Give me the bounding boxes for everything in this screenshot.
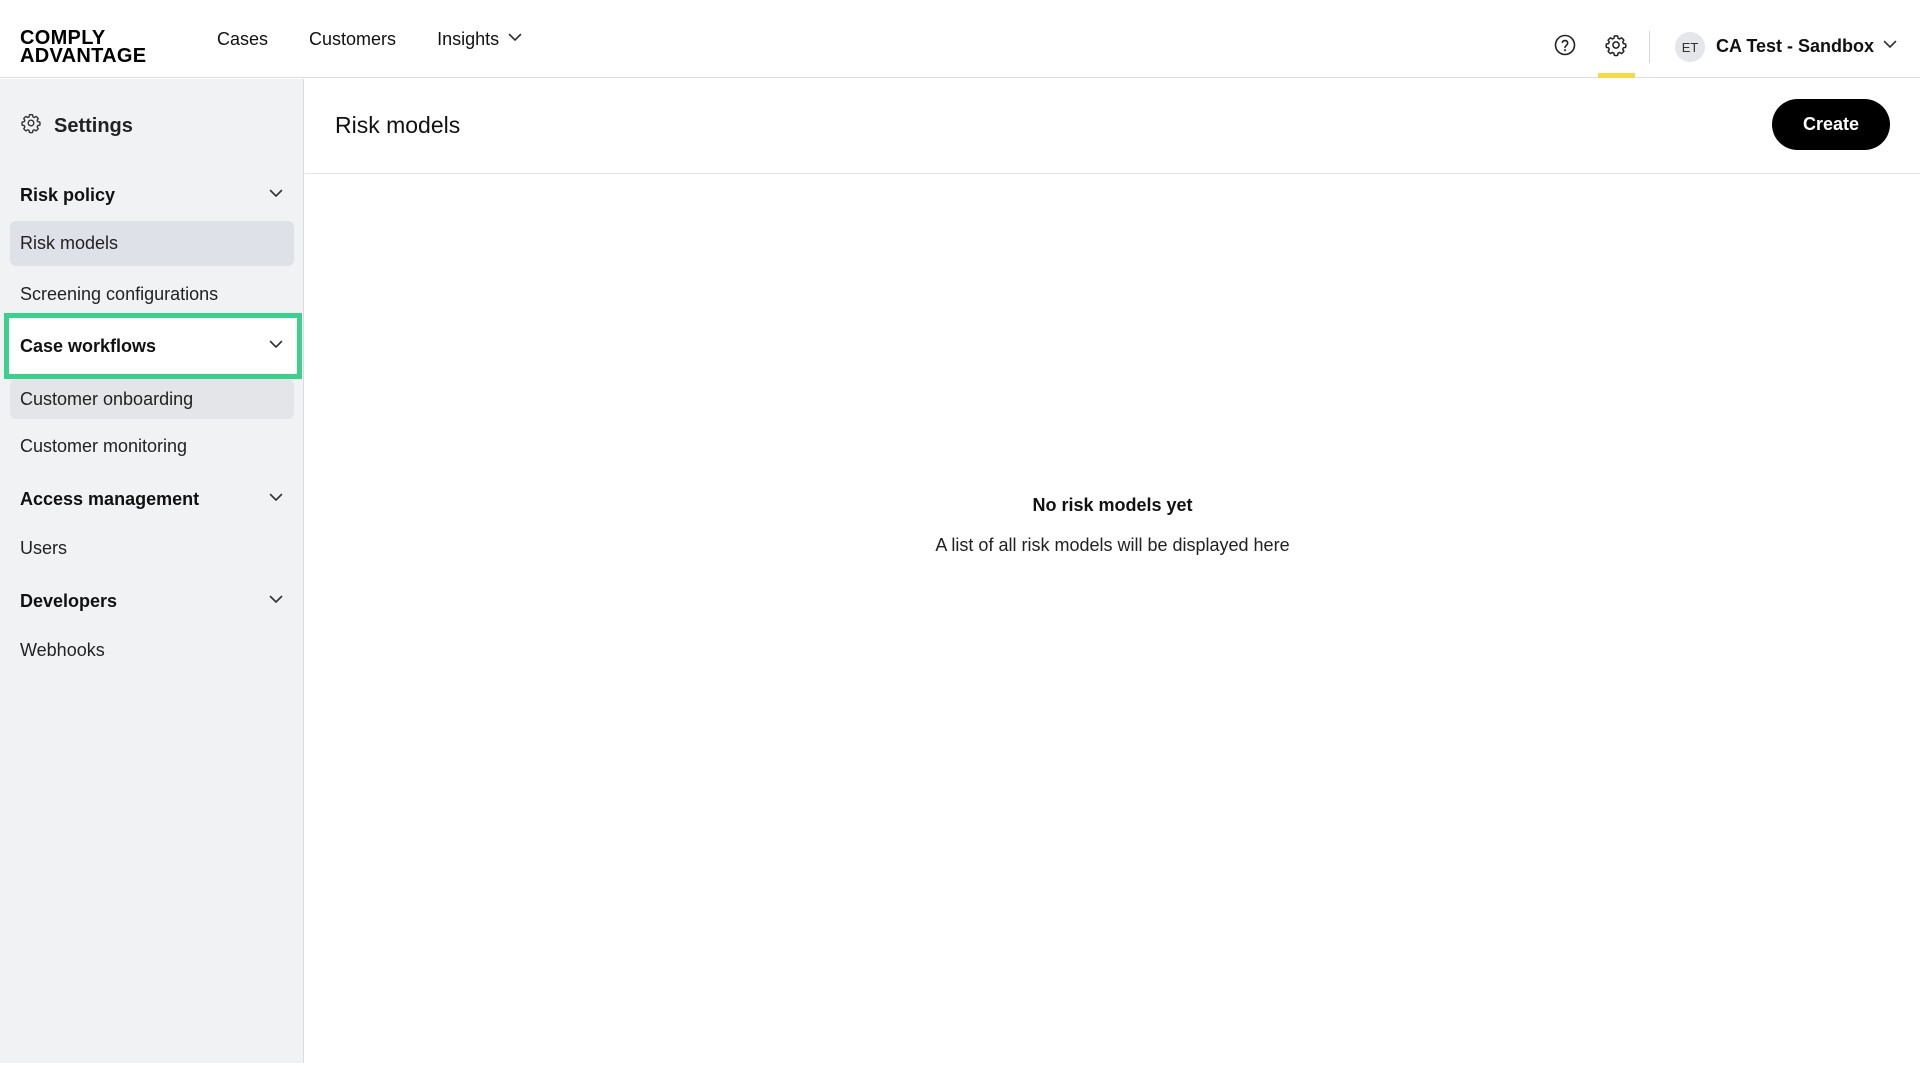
section-label: Access management [20,488,200,509]
comply-advantage-logo[interactable]: COMPLY ADVANTAGE [20,28,147,67]
sidebar-title: Settings [54,114,133,137]
bottom-strip [0,1063,1920,1080]
chevron-down-icon [268,185,284,206]
create-button[interactable]: Create [1772,99,1890,150]
help-icon [1553,33,1577,62]
section-case-workflows[interactable]: Case workflows [10,324,294,368]
chevron-down-icon [507,29,523,50]
sidebar-item-customer-onboarding[interactable]: Customer onboarding [10,379,294,419]
main-nav: Cases Customers Insights [217,0,564,78]
settings-sidebar: Settings Risk policy Risk models Screeni… [0,79,304,1063]
avatar[interactable]: ET [1675,32,1705,62]
header-divider [1649,31,1650,63]
nav-insights-dropdown[interactable]: Insights [437,29,523,50]
gear-icon [1604,33,1628,62]
account-name: CA Test - Sandbox [1716,36,1875,56]
sidebar-item-users[interactable]: Users [10,526,294,571]
sidebar-item-webhooks[interactable]: Webhooks [10,628,294,673]
sidebar-item-label: Webhooks [20,640,105,660]
chevron-down-icon [1882,36,1898,57]
empty-state-title: No risk models yet [1032,495,1193,515]
sidebar-item-customer-monitoring[interactable]: Customer monitoring [10,424,294,469]
help-button[interactable] [1547,29,1583,65]
nav-cases[interactable]: Cases [217,29,268,50]
nav-cases-label: Cases [217,28,269,49]
settings-active-indicator [1598,73,1635,78]
account-switcher[interactable]: CA Test - Sandbox [1716,36,1898,57]
nav-insights-label: Insights [437,28,500,49]
page-header: Risk models Create [305,79,1920,174]
chevron-down-icon [268,591,284,612]
section-risk-policy[interactable]: Risk policy [10,173,294,217]
avatar-initials: ET [1681,39,1699,55]
section-developers[interactable]: Developers [10,579,294,623]
sidebar-header: Settings [20,112,133,140]
sidebar-item-screening-configurations[interactable]: Screening configurations [10,272,294,317]
main-content: Risk models Create No risk models yet A … [305,79,1920,1063]
settings-button[interactable] [1598,29,1634,65]
section-access-management[interactable]: Access management [10,477,294,521]
section-label: Developers [20,590,118,611]
chevron-down-icon [268,336,284,357]
top-navigation-bar: COMPLY ADVANTAGE Cases Customers Insight… [0,0,1920,78]
sidebar-item-label: Screening configurations [20,284,219,304]
sidebar-item-label: Customer monitoring [20,436,188,456]
empty-state-subtitle: A list of all risk models will be displa… [935,535,1290,555]
chevron-down-icon [268,489,284,510]
gear-icon [20,112,42,140]
sidebar-item-risk-models[interactable]: Risk models [10,221,294,266]
sidebar-item-label: Customer onboarding [20,388,194,409]
section-label: Risk policy [20,184,116,205]
nav-customers-label: Customers [309,28,397,49]
sidebar-item-label: Users [20,538,68,558]
section-label: Case workflows [20,335,157,356]
page-title: Risk models [335,112,461,138]
sidebar-item-label: Risk models [20,233,119,253]
logo-line-2: ADVANTAGE [20,45,147,67]
nav-customers[interactable]: Customers [309,29,396,50]
